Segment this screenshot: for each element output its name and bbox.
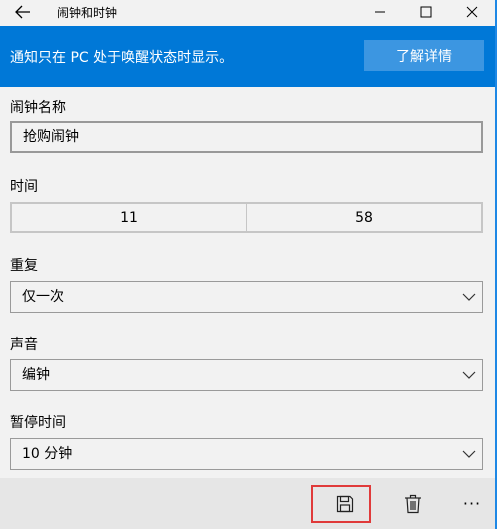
snooze-value: 10 分钟	[22, 446, 73, 462]
back-button[interactable]	[8, 0, 38, 24]
chevron-down-icon	[462, 450, 476, 458]
chevron-down-icon	[462, 293, 476, 301]
minimize-icon	[375, 11, 385, 13]
alarm-name-label: 闹钟名称	[10, 100, 66, 116]
more-button[interactable]: ···	[452, 478, 492, 529]
title-bar: 闹钟和时钟	[0, 0, 497, 26]
maximize-button[interactable]	[403, 0, 449, 24]
close-button[interactable]	[449, 0, 495, 24]
save-highlight-box	[311, 485, 371, 523]
banner-message: 通知只在 PC 处于唤醒状态时显示。	[10, 50, 234, 66]
repeat-label: 重复	[10, 258, 38, 274]
chevron-down-icon	[462, 371, 476, 379]
time-label: 时间	[10, 179, 38, 195]
sound-dropdown[interactable]: 编钟	[10, 359, 483, 391]
snooze-label: 暂停时间	[10, 415, 66, 431]
alarm-name-input[interactable]: 抢购闹钟	[10, 121, 483, 153]
maximize-icon	[420, 6, 432, 18]
time-picker[interactable]: 11 58	[10, 202, 483, 233]
learn-more-button[interactable]: 了解详情	[364, 40, 484, 71]
minimize-button[interactable]	[357, 0, 403, 24]
delete-button[interactable]	[390, 478, 436, 529]
notification-banner: 通知只在 PC 处于唤醒状态时显示。 了解详情	[0, 26, 497, 87]
sound-label: 声音	[10, 337, 38, 353]
minute-selector[interactable]: 58	[247, 204, 481, 231]
command-bar: ···	[0, 478, 497, 529]
back-arrow-icon	[15, 5, 30, 19]
hour-selector[interactable]: 11	[12, 204, 246, 231]
window-title: 闹钟和时钟	[57, 6, 118, 20]
repeat-dropdown[interactable]: 仅一次	[10, 281, 483, 313]
sound-value: 编钟	[22, 367, 50, 383]
close-icon	[466, 6, 478, 18]
snooze-dropdown[interactable]: 10 分钟	[10, 438, 483, 470]
repeat-value: 仅一次	[22, 289, 64, 305]
delete-icon	[405, 494, 421, 513]
